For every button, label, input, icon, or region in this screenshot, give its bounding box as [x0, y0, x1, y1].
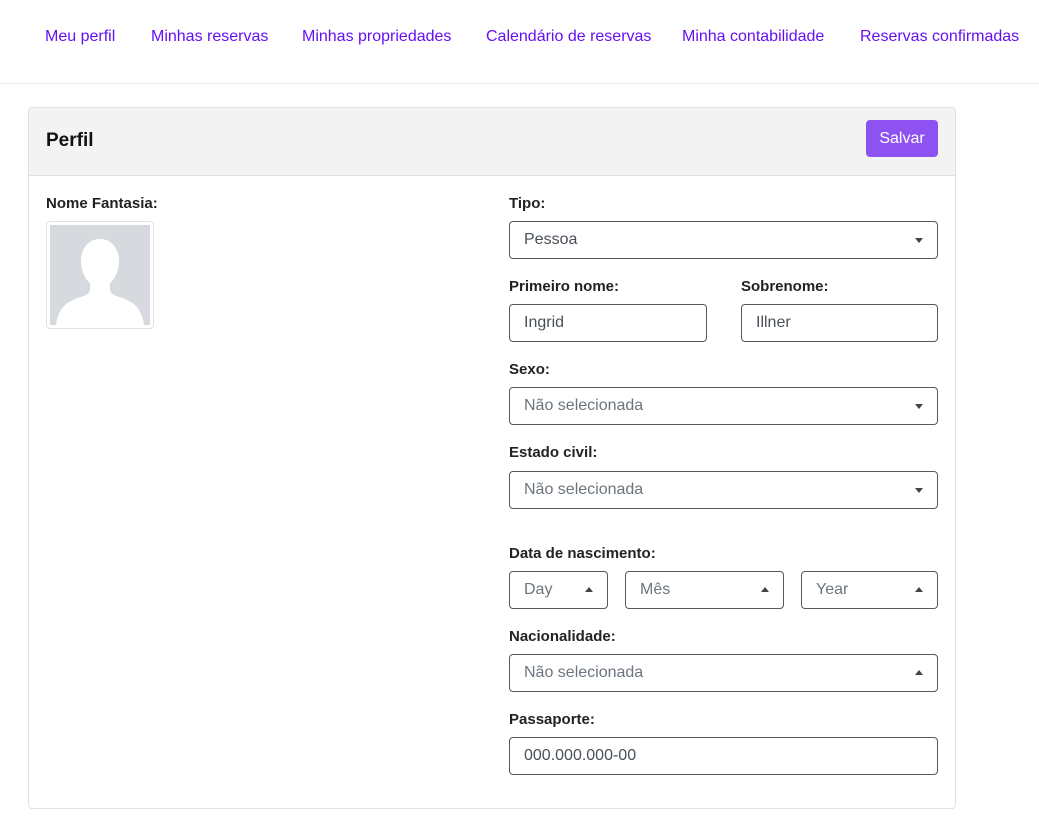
- nationality-select[interactable]: Não selecionada: [509, 654, 938, 692]
- profile-card: Perfil Salvar Nome Fantasia: Tipo: Pesso…: [28, 107, 956, 809]
- last-name-input[interactable]: Illner: [741, 304, 938, 342]
- fantasy-name-label: Nome Fantasia:: [46, 195, 158, 212]
- sex-select[interactable]: Não selecionada: [509, 387, 938, 425]
- avatar[interactable]: [46, 221, 154, 329]
- last-name-label: Sobrenome:: [741, 278, 829, 295]
- top-navigation: Meu perfil Minhas reservas Minhas propri…: [0, 0, 1039, 84]
- marital-status-select[interactable]: Não selecionada: [509, 471, 938, 509]
- nationality-label: Nacionalidade:: [509, 628, 616, 645]
- nav-reservas-confirmadas[interactable]: Reservas confirmadas: [860, 28, 1019, 46]
- marital-status-label: Estado civil:: [509, 444, 598, 461]
- birth-year-value: Year: [816, 581, 849, 598]
- passport-value: 000.000.000-00: [524, 747, 637, 764]
- passport-input[interactable]: 000.000.000-00: [509, 737, 938, 775]
- nav-minhas-propriedades[interactable]: Minhas propriedades: [302, 28, 451, 46]
- marital-status-value: Não selecionada: [524, 481, 644, 498]
- birth-date-label: Data de nascimento:: [509, 545, 656, 562]
- page-title: Perfil: [46, 130, 94, 151]
- nav-minha-contabilidade[interactable]: Minha contabilidade: [682, 28, 824, 46]
- type-label: Tipo:: [509, 195, 546, 212]
- type-select[interactable]: Pessoa: [509, 221, 938, 259]
- nationality-value: Não selecionada: [524, 664, 644, 681]
- caret-up-icon: [585, 587, 593, 592]
- birth-year-select[interactable]: Year: [801, 571, 938, 609]
- profile-card-header: Perfil Salvar: [29, 108, 955, 176]
- nav-calendario-reservas[interactable]: Calendário de reservas: [486, 28, 651, 46]
- sex-label: Sexo:: [509, 361, 550, 378]
- caret-down-icon: [915, 404, 923, 409]
- caret-up-icon: [915, 670, 923, 675]
- caret-up-icon: [761, 587, 769, 592]
- birth-day-select[interactable]: Day: [509, 571, 608, 609]
- birth-day-value: Day: [524, 581, 553, 598]
- save-button[interactable]: Salvar: [866, 120, 938, 157]
- user-placeholder-icon: [50, 225, 150, 325]
- first-name-label: Primeiro nome:: [509, 278, 620, 295]
- first-name-input[interactable]: Ingrid: [509, 304, 707, 342]
- passport-label: Passaporte:: [509, 711, 595, 728]
- caret-down-icon: [915, 488, 923, 493]
- type-select-value: Pessoa: [524, 231, 578, 248]
- caret-down-icon: [915, 238, 923, 243]
- caret-up-icon: [915, 587, 923, 592]
- nav-meu-perfil[interactable]: Meu perfil: [45, 28, 115, 46]
- first-name-value: Ingrid: [524, 314, 565, 331]
- birth-month-select[interactable]: Mês: [625, 571, 784, 609]
- last-name-value: Illner: [756, 314, 791, 331]
- sex-select-value: Não selecionada: [524, 397, 644, 414]
- birth-month-value: Mês: [640, 581, 671, 598]
- nav-minhas-reservas[interactable]: Minhas reservas: [151, 28, 268, 46]
